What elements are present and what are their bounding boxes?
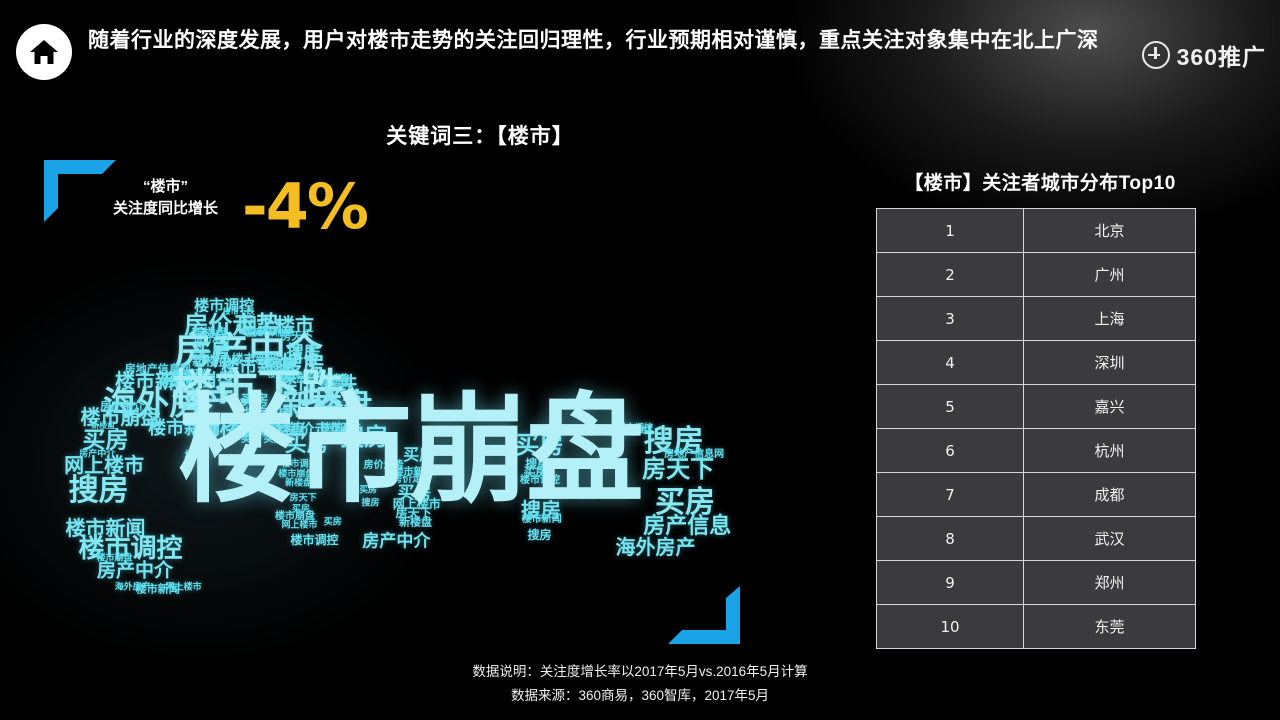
word-cloud-term: 楼市调控 xyxy=(290,533,339,548)
page-title: 随着行业的深度发展，用户对楼市走势的关注回归理性，行业预期相对谨慎，重点关注对象… xyxy=(88,29,1099,52)
table-row: 6 杭州 xyxy=(876,428,1196,473)
word-cloud-term-primary: 楼市崩盘 xyxy=(177,381,644,519)
word-cloud-term: 楼市下跌 xyxy=(222,307,255,317)
word-cloud-term: 房地产信息网 xyxy=(664,449,725,461)
word-cloud-term: 楼市崩盘 xyxy=(96,553,133,564)
cell-rank: 3 xyxy=(876,296,1024,341)
page-header: 随着行业的深度发展，用户对楼市走势的关注回归理性，行业预期相对谨慎，重点关注对象… xyxy=(0,0,1280,100)
cell-city: 上海 xyxy=(1023,296,1196,341)
table-row: 5 嘉兴 xyxy=(876,384,1196,429)
table-title: 【楼市】关注者城市分布Top10 xyxy=(904,173,1176,194)
table-row: 10 东莞 xyxy=(876,604,1196,649)
footer: 数据说明：关注度增长率以2017年5月vs.2016年5月计算 数据来源：360… xyxy=(0,660,1280,707)
word-cloud-term: 网上楼市 xyxy=(165,582,202,593)
cell-city: 广州 xyxy=(1023,252,1196,297)
stat-label-line1: “楼市” xyxy=(142,178,188,195)
home-icon xyxy=(16,24,72,80)
cell-rank: 1 xyxy=(876,208,1024,253)
footer-note: 数据说明：关注度增长率以2017年5月vs.2016年5月计算 xyxy=(472,664,808,679)
table-row: 2 广州 xyxy=(876,252,1196,297)
cell-city: 东莞 xyxy=(1023,604,1196,649)
cell-city: 杭州 xyxy=(1023,428,1196,473)
word-cloud-term: 搜房 xyxy=(527,527,552,542)
word-cloud: 楼市调控 房价走势 网上楼市 新楼盘 房天下 房产信息 房天下 房产中介 楼市下跌 房价走势 房产中… xyxy=(60,272,760,652)
cell-city: 郑州 xyxy=(1023,560,1196,605)
cell-rank: 5 xyxy=(876,384,1024,429)
word-cloud-term: 买房 xyxy=(323,517,342,528)
plus-circle-icon xyxy=(1141,41,1170,69)
cell-city: 深圳 xyxy=(1023,340,1196,385)
cell-city: 成都 xyxy=(1023,472,1196,517)
cell-city: 武汉 xyxy=(1023,516,1196,561)
table-row: 9 郑州 xyxy=(876,560,1196,605)
city-rank-table: 1 北京 2 广州 3 上海 4 深圳 5 嘉兴 6 杭州 7 成都 8 武汉 9 郑州 10 东莞 xyxy=(876,208,1196,649)
word-cloud-term: 房产中介 xyxy=(96,559,174,582)
cell-city: 北京 xyxy=(1023,208,1196,253)
word-cloud-term: 海外房产 xyxy=(615,534,696,559)
table-row: 7 成都 xyxy=(876,472,1196,517)
corner-bracket-bottom-right xyxy=(668,586,740,644)
footer-source: 数据来源：360商易，360智库，2017年5月 xyxy=(510,687,770,703)
cell-rank: 9 xyxy=(876,560,1024,605)
cell-rank: 10 xyxy=(876,604,1024,649)
word-cloud-term: 房产中介 xyxy=(79,449,116,460)
cell-city: 嘉兴 xyxy=(1023,384,1196,429)
brand-name: 360推广 xyxy=(1176,44,1266,70)
cell-rank: 6 xyxy=(876,428,1024,473)
stat-label: “楼市” 关注度同比增长 xyxy=(88,176,243,220)
stat-label-line2: 关注度同比增长 xyxy=(112,199,218,217)
table-row: 3 上海 xyxy=(876,296,1196,341)
word-cloud-term: 房天下 xyxy=(642,454,715,483)
word-cloud-term: 搜房 xyxy=(68,472,129,508)
word-cloud-term: 房产中介 xyxy=(100,399,145,413)
table-body: 1 北京 2 广州 3 上海 4 深圳 5 嘉兴 6 杭州 7 成都 8 武汉 9 郑州 10 东莞 xyxy=(876,208,1196,649)
table-row: 1 北京 xyxy=(876,208,1196,253)
cell-rank: 8 xyxy=(876,516,1024,561)
word-cloud-term: 房产中介 xyxy=(362,531,431,552)
table-row: 4 深圳 xyxy=(876,340,1196,385)
stat-value: -4% xyxy=(242,170,369,243)
section-title: 关键词三：【楼市】 xyxy=(386,125,574,148)
table-row: 8 武汉 xyxy=(876,516,1196,561)
cell-rank: 7 xyxy=(876,472,1024,517)
cell-rank: 4 xyxy=(876,340,1024,385)
cell-rank: 2 xyxy=(876,252,1024,297)
word-cloud-term: 网上楼市 xyxy=(281,520,318,531)
brand-logo: 360推广 xyxy=(1141,38,1266,72)
